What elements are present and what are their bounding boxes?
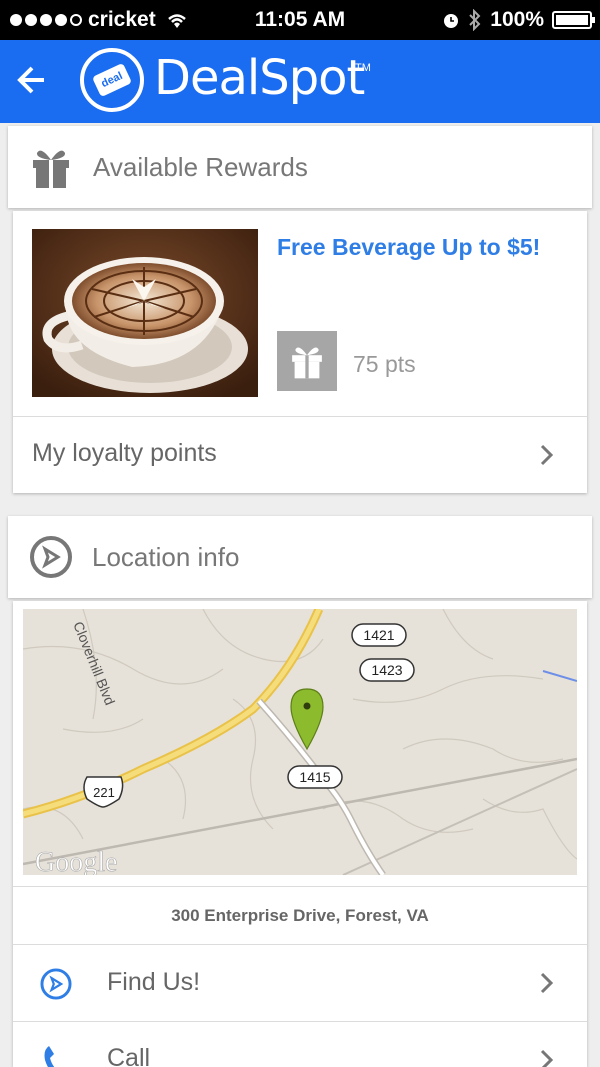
call-label: Call	[107, 1044, 151, 1067]
location-header-card: Location info	[8, 516, 592, 598]
compass-icon	[40, 968, 72, 1000]
google-watermark: Google	[35, 847, 117, 875]
compass-icon	[30, 536, 72, 578]
rewards-header-label: Available Rewards	[93, 151, 308, 182]
chevron-right-icon	[540, 1049, 554, 1067]
status-bar: cricket 11:05 AM 100%	[0, 0, 600, 40]
gift-icon	[33, 150, 69, 188]
app-bar: deal DealSpot TM	[0, 40, 600, 123]
map-canvas: Cloverhill Blvd 1421 1423 1415 221 Googl…	[23, 609, 577, 875]
divider	[13, 886, 587, 887]
address-text: 300 Enterprise Drive, Forest, VA	[171, 906, 429, 925]
reward-image	[32, 229, 258, 397]
battery-icon	[552, 11, 595, 29]
bluetooth-icon	[469, 9, 481, 31]
route-badge: 221	[93, 785, 115, 800]
location-header-label: Location info	[92, 541, 240, 572]
find-us-label: Find Us!	[107, 968, 201, 996]
battery-percent: 100%	[490, 8, 544, 31]
logo-tag: deal	[91, 62, 133, 98]
alarm-icon	[444, 14, 459, 28]
chevron-right-icon	[540, 444, 554, 466]
location-map[interactable]: Cloverhill Blvd 1421 1423 1415 221 Googl…	[23, 609, 577, 875]
route-badge: 1421	[363, 627, 394, 643]
reward-card: Free Beverage Up to $5! 75 pts My loyalt…	[13, 211, 587, 493]
call-row[interactable]: Call	[13, 1022, 587, 1067]
reward-points: 75 pts	[353, 351, 416, 377]
loyalty-points-row[interactable]: My loyalty points	[13, 417, 587, 493]
status-right: 100%	[442, 8, 595, 32]
reward-gift-icon	[277, 331, 337, 391]
chevron-right-icon	[540, 972, 554, 994]
phone-icon	[44, 1046, 55, 1067]
brand-logo: deal	[80, 48, 144, 112]
back-arrow-icon[interactable]	[14, 60, 50, 100]
route-badge: 1423	[371, 662, 402, 678]
find-us-row[interactable]: Find Us!	[13, 945, 587, 1021]
brand-name: DealSpot	[154, 50, 365, 106]
trademark: TM	[355, 62, 371, 74]
reward-title[interactable]: Free Beverage Up to $5!	[277, 231, 557, 263]
loyalty-points-label: My loyalty points	[32, 439, 217, 467]
rewards-header-card: Available Rewards	[8, 126, 592, 208]
route-badge: 1415	[299, 769, 330, 785]
